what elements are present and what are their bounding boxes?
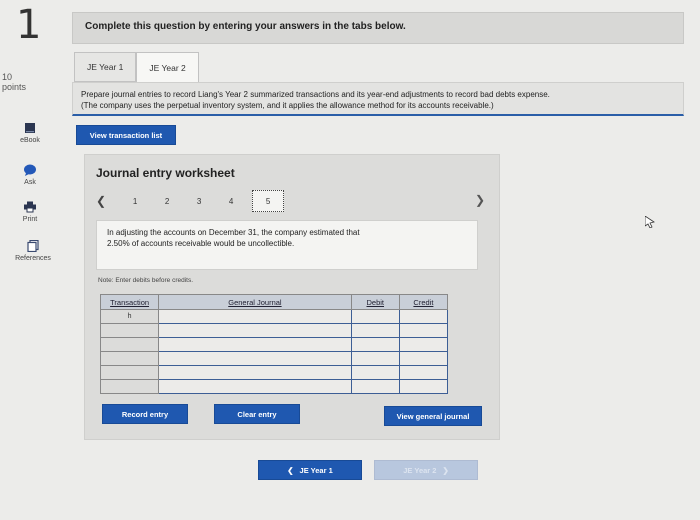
credit-input[interactable]	[398, 323, 449, 338]
worksheet-pager: ❮ 1 2 3 4 5	[96, 188, 294, 214]
instructions-line-1: Prepare journal entries to record Liang'…	[81, 90, 550, 99]
account-input[interactable]	[158, 365, 352, 380]
tab-je-year-1[interactable]: JE Year 1	[74, 52, 137, 82]
record-entry-button[interactable]: Record entry	[102, 404, 188, 424]
sidebar-item-references[interactable]: References	[3, 240, 63, 262]
credit-input[interactable]	[398, 337, 449, 352]
sidebar-item-ebook[interactable]: eBook	[0, 122, 60, 144]
page-5-button[interactable]: 5	[252, 190, 285, 212]
header-general-journal: General Journal	[158, 294, 352, 310]
references-icon	[27, 240, 39, 252]
transaction-cell	[99, 337, 160, 352]
header-debit: Debit	[350, 294, 400, 310]
account-input[interactable]	[158, 309, 352, 324]
table-row	[99, 379, 449, 394]
clear-entry-button[interactable]: Clear entry	[214, 404, 300, 424]
sidebar-item-label: Print	[22, 216, 38, 223]
debit-input[interactable]	[350, 323, 400, 338]
sidebar-item-ask[interactable]: Ask	[0, 164, 60, 186]
instructions-box: Prepare journal entries to record Liang'…	[72, 82, 684, 116]
book-icon	[25, 123, 35, 133]
chevron-right-icon[interactable]: ❯	[475, 193, 485, 207]
table-row	[99, 365, 449, 380]
description-line-2: 2.50% of accounts receivable would be un…	[107, 239, 295, 248]
transaction-cell: h	[99, 309, 160, 324]
debits-note: Note: Enter debits before credits.	[98, 277, 194, 284]
page-4-button[interactable]: 4	[220, 197, 242, 206]
account-input[interactable]	[158, 379, 352, 394]
prev-button-label: JE Year 1	[299, 465, 333, 475]
prev-je-year-1-button[interactable]: ❮ JE Year 1	[258, 460, 362, 480]
chevron-left-icon[interactable]: ❮	[96, 194, 106, 208]
sidebar-item-label: References	[15, 255, 51, 262]
next-je-year-2-button[interactable]: JE Year 2 ❯	[374, 460, 478, 480]
debit-input[interactable]	[350, 365, 400, 380]
mouse-cursor-icon	[645, 216, 655, 228]
question-number: 1	[16, 2, 42, 48]
page-2-button[interactable]: 2	[156, 197, 178, 206]
credit-input[interactable]	[398, 379, 449, 394]
header-transaction: Transaction	[99, 294, 160, 310]
header-credit: Credit	[398, 294, 449, 310]
sidebar-item-label: eBook	[20, 137, 40, 144]
table-row: h	[99, 309, 449, 324]
instruction-banner: Complete this question by entering your …	[72, 12, 684, 44]
sidebar-item-label: Ask	[24, 179, 36, 186]
points-info: 10 points	[2, 72, 26, 92]
page-1-button[interactable]: 1	[124, 197, 146, 206]
account-input[interactable]	[158, 351, 352, 366]
tab-je-year-2[interactable]: JE Year 2	[136, 52, 199, 83]
credit-input[interactable]	[398, 365, 449, 380]
chevron-left-icon: ❮	[287, 465, 294, 475]
account-input[interactable]	[158, 337, 352, 352]
table-row	[99, 323, 449, 338]
view-transaction-list-button[interactable]: View transaction list	[76, 125, 176, 145]
sidebar-item-print[interactable]: Print	[0, 201, 60, 223]
points-value: 10	[2, 72, 13, 82]
table-row	[99, 351, 449, 366]
debit-input[interactable]	[350, 379, 400, 394]
instructions-line-2: (The company uses the perpetual inventor…	[81, 101, 494, 110]
transaction-cell	[99, 379, 160, 394]
transaction-cell	[99, 365, 160, 380]
debit-input[interactable]	[350, 351, 400, 366]
tab-bar: JE Year 1 JE Year 2	[74, 52, 199, 83]
page-3-button[interactable]: 3	[188, 197, 210, 206]
debit-input[interactable]	[350, 309, 400, 324]
credit-input[interactable]	[398, 351, 449, 366]
worksheet-title: Journal entry worksheet	[96, 166, 235, 180]
debit-input[interactable]	[350, 337, 400, 352]
transaction-cell	[99, 323, 160, 338]
next-button-label: JE Year 2	[403, 465, 437, 475]
transaction-cell	[99, 351, 160, 366]
table-row	[99, 337, 449, 352]
description-line-1: In adjusting the accounts on December 31…	[107, 228, 360, 237]
credit-input[interactable]	[398, 309, 449, 324]
chevron-right-icon: ❯	[442, 465, 449, 475]
journal-entry-table: Transaction General Journal Debit Credit…	[99, 294, 449, 394]
printer-icon	[24, 201, 36, 213]
transaction-description: In adjusting the accounts on December 31…	[96, 220, 478, 270]
points-label: points	[2, 82, 27, 92]
account-input[interactable]	[158, 323, 352, 338]
view-general-journal-button[interactable]: View general journal	[384, 406, 482, 426]
chat-bubble-icon	[24, 164, 36, 176]
